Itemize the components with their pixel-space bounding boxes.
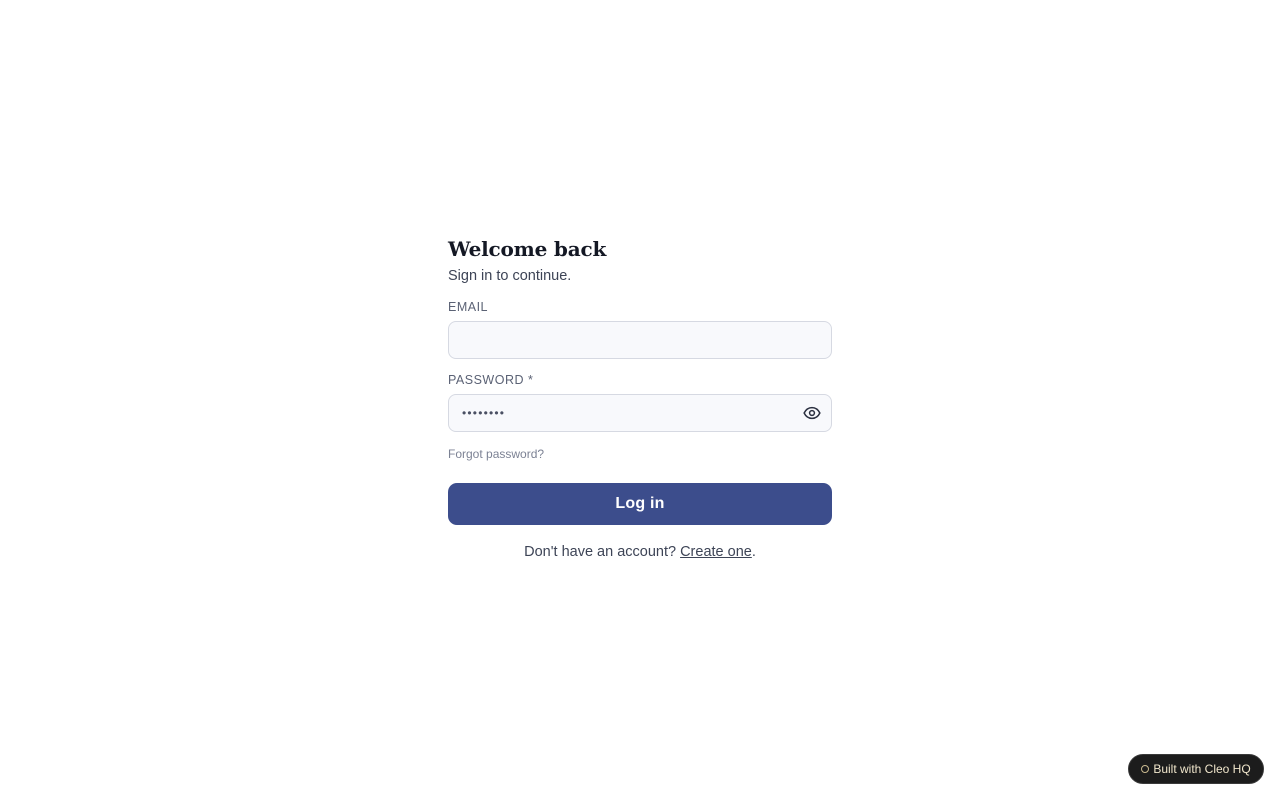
create-account-link[interactable]: Create one xyxy=(680,544,752,560)
required-mark: * xyxy=(528,373,534,387)
signup-suffix: . xyxy=(751,544,756,560)
badge-label: Built with Cleo HQ xyxy=(1153,762,1251,776)
page-subtitle: Sign in to continue. xyxy=(448,268,572,284)
login-card: Welcome back Sign in to continue. EMAIL … xyxy=(448,236,832,562)
password-label: PASSWORD xyxy=(448,373,524,387)
email-label: EMAIL xyxy=(448,300,489,314)
login-button[interactable]: Log in xyxy=(448,483,832,525)
page-title: Welcome back xyxy=(448,237,607,261)
email-field[interactable] xyxy=(448,321,832,359)
password-field-wrapper: •••••••• xyxy=(448,394,832,432)
forgot-password-link[interactable]: Forgot password? xyxy=(448,446,544,462)
login-page: Welcome back Sign in to continue. EMAIL … xyxy=(0,0,1280,800)
eye-icon xyxy=(803,406,821,420)
show-password-button[interactable] xyxy=(800,401,824,425)
password-field[interactable] xyxy=(448,394,832,432)
password-label-row: PASSWORD * xyxy=(448,359,832,388)
email-field-wrapper xyxy=(448,321,832,359)
built-with-badge[interactable]: Built with Cleo HQ xyxy=(1128,754,1264,784)
signup-prompt: Don't have an account? xyxy=(524,544,681,560)
signup-row: Don't have an account? Create one. xyxy=(448,542,832,562)
circle-icon xyxy=(1141,765,1150,773)
